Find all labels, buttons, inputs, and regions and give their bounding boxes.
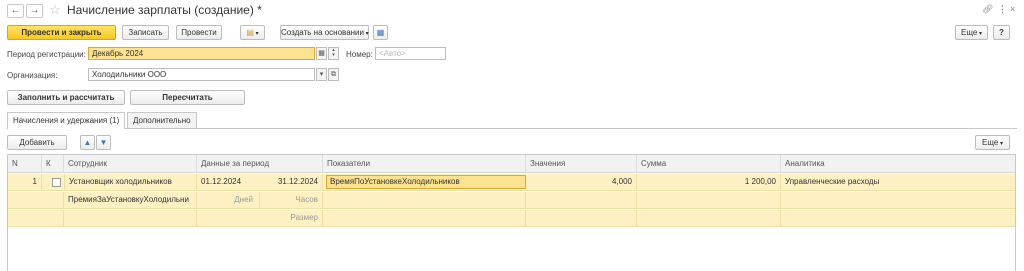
post-and-close-button[interactable]: Провести и закрыть <box>7 25 116 40</box>
size-cell[interactable]: Размер <box>260 210 323 227</box>
chevron-down-icon: ▾ <box>364 31 369 37</box>
chevron-down-icon[interactable]: ▾ <box>316 68 327 81</box>
organization-label: Организация: <box>7 71 58 80</box>
table-row[interactable]: 1 Установщик холодильников 01.12.2024 31… <box>8 174 1015 191</box>
empty-cell <box>64 210 197 227</box>
empty-cell <box>526 210 637 227</box>
fill-and-calculate-button[interactable]: Заполнить и рассчитать <box>7 90 125 105</box>
period-input[interactable]: Декабрь 2024 <box>88 47 315 60</box>
post-button[interactable]: Провести <box>176 25 222 40</box>
col-k[interactable]: К <box>42 155 64 173</box>
help-button[interactable]: ? <box>993 25 1010 40</box>
table-more-button[interactable]: Еще ▾ <box>975 135 1010 150</box>
more-vertical-icon[interactable]: ⋮ <box>998 4 1007 15</box>
number-label: Номер: <box>346 50 373 59</box>
print-dropdown-button[interactable]: ▤ ▾ <box>240 25 265 40</box>
organization-input[interactable]: Холодильники ООО <box>88 68 315 81</box>
arrow-down-icon[interactable]: ▼ <box>96 135 111 150</box>
arrow-up-icon[interactable]: ▲ <box>80 135 95 150</box>
chevron-down-icon: ▾ <box>253 31 259 37</box>
col-period-data[interactable]: Данные за период <box>197 155 323 173</box>
indicator-cell[interactable]: ВремяПоУстановкеХолодильников <box>326 174 526 191</box>
empty-cell <box>323 192 526 209</box>
row-checkbox[interactable] <box>52 178 61 187</box>
arrow-right-icon: → <box>29 5 40 16</box>
tab-accruals[interactable]: Начисления и удержания (1) <box>7 112 126 129</box>
row-number: 1 <box>8 174 42 191</box>
window-title: Начисление зарплаты (создание) * <box>67 3 262 17</box>
tab-divider <box>7 128 1017 129</box>
table-header: N К Сотрудник Данные за период Показател… <box>8 155 1015 173</box>
back-button[interactable]: ← <box>7 4 24 18</box>
days-cell[interactable]: Дней <box>197 192 260 209</box>
period-label: Период регистрации: <box>7 50 86 59</box>
analytics-cell[interactable]: Управленческие расходы <box>781 174 1015 191</box>
favorite-star-icon[interactable]: ☆ <box>49 2 61 18</box>
table-row-sub[interactable]: ПремияЗаУстановкуХолодильни Дней Часов <box>8 192 1015 209</box>
hours-cell[interactable]: Часов <box>260 192 323 209</box>
add-row-button[interactable]: Добавить <box>7 135 67 150</box>
tab-additional[interactable]: Дополнительно <box>127 112 197 128</box>
number-input[interactable]: <Авто> <box>375 47 446 60</box>
arrow-left-icon: ← <box>10 5 21 16</box>
period-spinner[interactable]: ▴ ▾ <box>328 47 339 60</box>
link-icon[interactable]: 🔗︎ <box>982 4 993 15</box>
more-button[interactable]: Еще ▾ <box>955 25 988 40</box>
empty-cell <box>197 210 260 227</box>
empty-cell <box>637 192 781 209</box>
calendar-icon[interactable]: ▦ <box>316 47 327 60</box>
chevron-down-icon: ▾ <box>977 31 982 37</box>
chevron-down-icon: ▾ <box>998 141 1003 147</box>
employee-cell[interactable]: Установщик холодильников <box>64 174 197 191</box>
col-n[interactable]: N <box>8 155 42 173</box>
create-based-on-button[interactable]: Создать на основании ▾ <box>280 25 369 40</box>
date-to-cell[interactable]: 31.12.2024 <box>260 174 323 191</box>
empty-cell <box>526 192 637 209</box>
print-icon: ▤ <box>246 28 254 37</box>
col-employee[interactable]: Сотрудник <box>64 155 197 173</box>
col-indicators[interactable]: Показатели <box>323 155 526 173</box>
col-analytics[interactable]: Аналитика <box>781 155 1015 173</box>
date-from-cell[interactable]: 01.12.2024 <box>197 174 260 191</box>
table-row-sub[interactable]: Размер <box>8 210 1015 227</box>
forward-button[interactable]: → <box>26 4 43 18</box>
empty-cell <box>8 210 64 227</box>
accruals-table[interactable]: N К Сотрудник Данные за период Показател… <box>7 154 1016 271</box>
open-link-icon[interactable]: ⧉ <box>328 68 339 81</box>
close-icon[interactable]: × <box>1010 4 1015 14</box>
col-sum[interactable]: Сумма <box>637 155 781 173</box>
save-button[interactable]: Записать <box>122 25 169 40</box>
empty-cell <box>8 192 64 209</box>
recalculate-button[interactable]: Пересчитать <box>130 90 245 105</box>
col-values[interactable]: Значения <box>526 155 637 173</box>
accrual-type-cell[interactable]: ПремияЗаУстановкуХолодильни <box>64 192 197 209</box>
empty-cell <box>637 210 781 227</box>
sum-cell[interactable]: 1 200,00 <box>637 174 781 191</box>
value-cell[interactable]: 4,000 <box>526 174 637 191</box>
structure-icon[interactable]: ▦ <box>373 25 388 40</box>
empty-cell <box>323 210 526 227</box>
